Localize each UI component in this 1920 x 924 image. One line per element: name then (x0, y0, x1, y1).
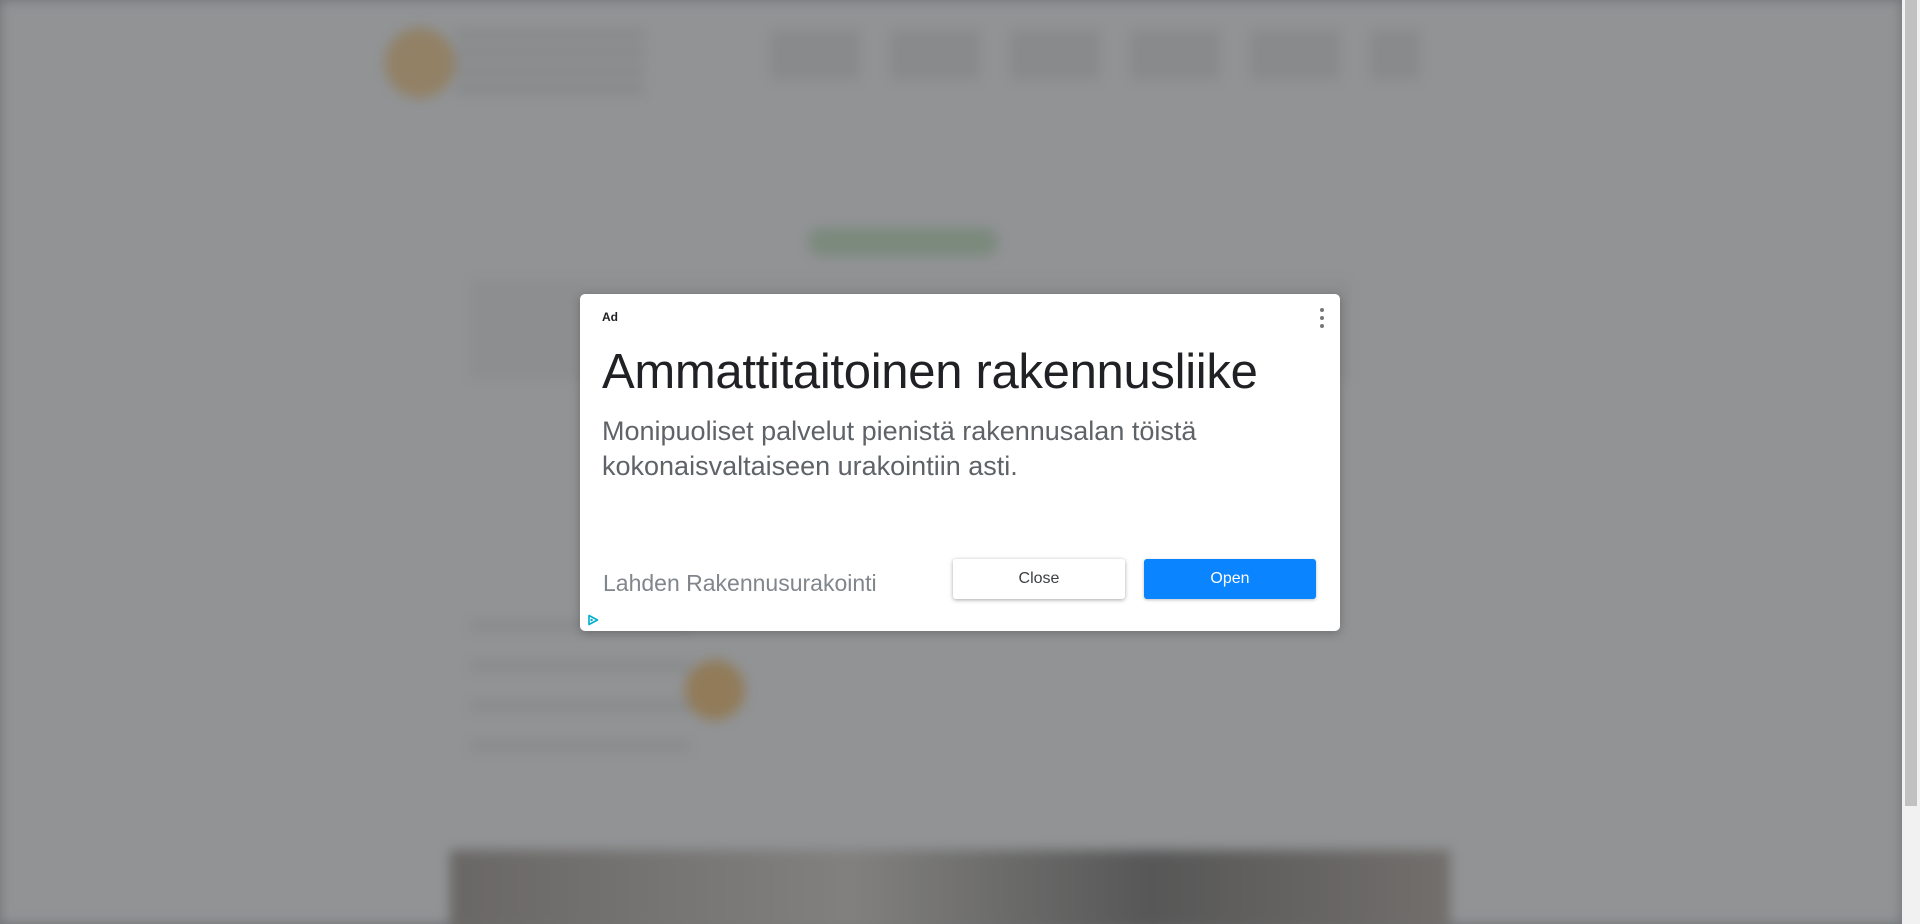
ad-advertiser-name[interactable]: Lahden Rakennusurakointi (603, 570, 877, 597)
interstitial-ad-dialog: Ad Ammattitaitoinen rakennusliike Monipu… (580, 294, 1340, 631)
adchoices-icon[interactable] (587, 614, 599, 626)
ad-label: Ad (602, 310, 618, 324)
page-scrollbar[interactable] (1902, 0, 1920, 924)
close-button[interactable]: Close (953, 559, 1125, 599)
more-vert-icon[interactable] (1318, 308, 1326, 328)
ad-headline[interactable]: Ammattitaitoinen rakennusliike (602, 344, 1258, 400)
open-button[interactable]: Open (1144, 559, 1316, 599)
scrollbar-thumb[interactable] (1905, 0, 1917, 806)
ad-description[interactable]: Monipuoliset palvelut pienistä rakennusa… (602, 414, 1282, 484)
